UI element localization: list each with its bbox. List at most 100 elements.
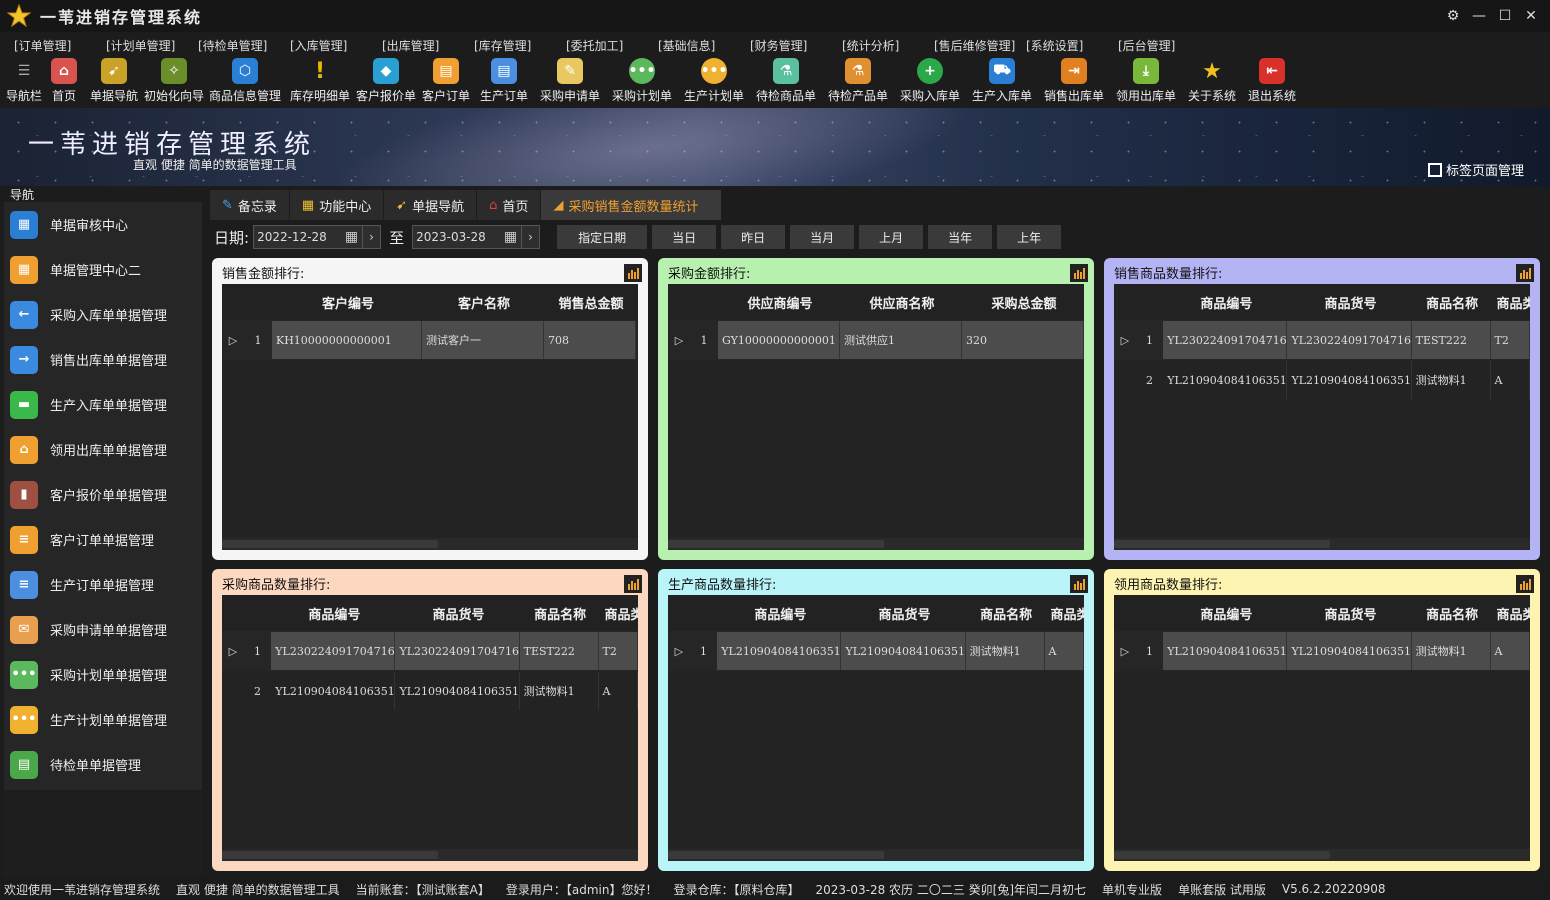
sidebar-item[interactable]: ≡ 客户订单单据管理	[4, 517, 202, 562]
bar-chart-icon[interactable]	[624, 575, 642, 593]
menu-item[interactable]: [委托加工]	[558, 37, 650, 54]
sidebar-item[interactable]: ▦ 单据管理中心二	[4, 247, 202, 292]
table-cell[interactable]: A	[1491, 361, 1530, 399]
toolbar-form-button[interactable]: ✎ 采购申请单	[534, 58, 606, 104]
sidebar-item[interactable]: ← 采购入库单单据管理	[4, 292, 202, 337]
minimize-button[interactable]: —	[1466, 4, 1492, 28]
table-cell[interactable]: 320	[962, 321, 1084, 359]
toolbar-wand-button[interactable]: ✧ 初始化向导	[144, 58, 204, 104]
column-header[interactable]: 商品名称	[1412, 604, 1491, 623]
scrollbar-thumb[interactable]	[668, 851, 885, 859]
table-cell[interactable]: YL210904084106351801	[841, 632, 966, 670]
table-cell[interactable]: YL210904084106351801	[1287, 632, 1412, 670]
data-grid[interactable]: 商品编号商品货号商品名称商品类 ▷ 1 YL230224091704716514YL2…	[1114, 284, 1530, 550]
sidebar-item[interactable]: ▤ 待检单单据管理	[4, 742, 202, 787]
menu-item[interactable]: [库存管理]	[466, 37, 558, 54]
menu-item[interactable]: [售后维修管理]	[926, 37, 1018, 54]
data-grid[interactable]: 供应商编号 供应商名称 采购总金额 ▷ 1 GY10000000000001 测试供应1 32…	[668, 284, 1084, 550]
horizontal-scrollbar[interactable]	[1114, 538, 1530, 550]
toolbar-doc-button[interactable]: ▤ 生产订单	[474, 58, 534, 104]
table-cell[interactable]: 测试供应1	[840, 321, 962, 359]
tab-grid[interactable]: ▦ 功能中心	[289, 190, 384, 220]
horizontal-scrollbar[interactable]	[222, 849, 638, 861]
table-cell[interactable]: YL210904084106351801	[1163, 361, 1288, 399]
table-cell[interactable]: YL230224091704716514	[271, 632, 396, 670]
tab-home[interactable]: ⌂ 首页	[477, 190, 541, 220]
settings-icon[interactable]: ⚙	[1440, 4, 1466, 28]
bar-chart-icon[interactable]	[624, 264, 642, 282]
table-cell[interactable]: 测试物料1	[1411, 632, 1491, 670]
column-header[interactable]: 供应商名称	[840, 293, 962, 312]
column-header[interactable]: 商品类	[1045, 604, 1085, 623]
toolbar-doc-button[interactable]: ▤ 客户订单	[418, 58, 474, 104]
chevron-right-icon[interactable]: ›	[521, 226, 539, 248]
chevron-right-icon[interactable]: ›	[362, 226, 380, 248]
toolbar-flask-button[interactable]: ⚗ 待检商品单	[750, 58, 822, 104]
column-header[interactable]: 商品货号	[395, 604, 519, 623]
table-cell[interactable]: TEST222	[519, 632, 599, 670]
scrollbar-thumb[interactable]	[1114, 851, 1331, 859]
column-header[interactable]: 商品编号	[1163, 293, 1287, 312]
column-header[interactable]: 商品货号	[1287, 604, 1411, 623]
menu-item[interactable]: [财务管理]	[742, 37, 834, 54]
toolbar-chat-button[interactable]: ••• 采购计划单	[606, 58, 678, 104]
toolbar-list-button[interactable]: ☰ 导航栏	[4, 58, 44, 104]
toolbar-warning-button[interactable]: ! 库存明细单	[286, 58, 354, 104]
column-header[interactable]: 商品类	[1491, 604, 1531, 623]
table-cell[interactable]: YL230224091704716514	[395, 632, 520, 670]
sidebar-item[interactable]: ⌂ 领用出库单单据管理	[4, 427, 202, 472]
column-header[interactable]: 商品货号	[841, 604, 965, 623]
bar-chart-icon[interactable]	[1516, 575, 1534, 593]
date-quick-button[interactable]: 上月	[859, 225, 924, 249]
column-header[interactable]: 采购总金额	[962, 293, 1084, 312]
table-cell[interactable]: A	[599, 672, 638, 710]
toolbar-pointer-button[interactable]: ➹ 单据导航	[84, 58, 144, 104]
date-from-input[interactable]: 2022-12-28 ▦ ›	[253, 225, 382, 249]
scrollbar-thumb[interactable]	[222, 851, 439, 859]
table-cell[interactable]: 测试物料1	[965, 632, 1045, 670]
sidebar-item[interactable]: ▬ 生产入库单单据管理	[4, 382, 202, 427]
column-header[interactable]: 商品类	[599, 604, 639, 623]
table-cell[interactable]: YL210904084106351801	[1163, 632, 1288, 670]
calendar-icon[interactable]: ▦	[504, 229, 517, 245]
data-grid[interactable]: 商品编号商品货号商品名称商品类 ▷ 1 YL210904084106351801YL2…	[668, 595, 1084, 861]
table-row[interactable]: 2 YL210904084106351801YL21090408410635180…	[222, 671, 638, 711]
column-header[interactable]: 供应商编号	[718, 293, 840, 312]
table-row[interactable]: ▷ 1 YL230224091704716514YL2302240917047165…	[222, 631, 638, 671]
table-row[interactable]: ▷ 1 GY10000000000001 测试供应1 320	[668, 320, 1084, 360]
toolbar-plus-button[interactable]: + 采购入库单	[894, 58, 966, 104]
column-header[interactable]: 销售总金额	[544, 293, 636, 312]
column-header[interactable]: 商品编号	[271, 604, 395, 623]
toolbar-cart-button[interactable]: ⛟ 生产入库单	[966, 58, 1038, 104]
sidebar-item[interactable]: ••• 采购计划单单据管理	[4, 652, 202, 697]
table-cell[interactable]: YL210904084106351801	[271, 672, 396, 710]
date-quick-button[interactable]: 当年	[928, 225, 993, 249]
scrollbar-thumb[interactable]	[1114, 540, 1331, 548]
column-header[interactable]: 商品名称	[1412, 293, 1491, 312]
table-cell[interactable]: YL210904084106351801	[717, 632, 842, 670]
data-grid[interactable]: 商品编号商品货号商品名称商品类 ▷ 1 YL210904084106351801YL2…	[1114, 595, 1530, 861]
column-header[interactable]: 商品名称	[966, 604, 1045, 623]
sidebar-item[interactable]: ✉ 采购申请单单据管理	[4, 607, 202, 652]
sidebar-item[interactable]: → 销售出库单单据管理	[4, 337, 202, 382]
menu-item[interactable]: [计划单管理]	[98, 37, 190, 54]
table-cell[interactable]: 测试物料1	[520, 672, 599, 710]
sidebar-item[interactable]: ▦ 单据审核中心	[4, 202, 202, 247]
table-cell[interactable]: YL210904084106351801	[395, 672, 520, 710]
column-header[interactable]: 客户名称	[422, 293, 544, 312]
data-grid[interactable]: 商品编号商品货号商品名称商品类 ▷ 1 YL230224091704716514YL2…	[222, 595, 638, 861]
column-header[interactable]: 商品编号	[717, 604, 841, 623]
menu-item[interactable]: [统计分析]	[834, 37, 926, 54]
data-grid[interactable]: 客户编号 客户名称 销售总金额 ▷ 1 KH10000000000001 测试客户一 708	[222, 284, 638, 550]
menu-item[interactable]: [订单管理]	[6, 37, 98, 54]
table-row[interactable]: ▷ 1 KH10000000000001 测试客户一 708	[222, 320, 638, 360]
table-cell[interactable]: YL210904084106351801	[1287, 361, 1412, 399]
bar-chart-icon[interactable]	[1070, 264, 1088, 282]
date-quick-button[interactable]: 指定日期	[557, 225, 648, 249]
table-cell[interactable]: 708	[544, 321, 636, 359]
date-quick-button[interactable]: 上年	[997, 225, 1062, 249]
toolbar-download-button[interactable]: ⤓ 领用出库单	[1110, 58, 1182, 104]
scrollbar-thumb[interactable]	[222, 540, 439, 548]
toolbar-flask-button[interactable]: ⚗ 待检产品单	[822, 58, 894, 104]
bar-chart-icon[interactable]	[1516, 264, 1534, 282]
